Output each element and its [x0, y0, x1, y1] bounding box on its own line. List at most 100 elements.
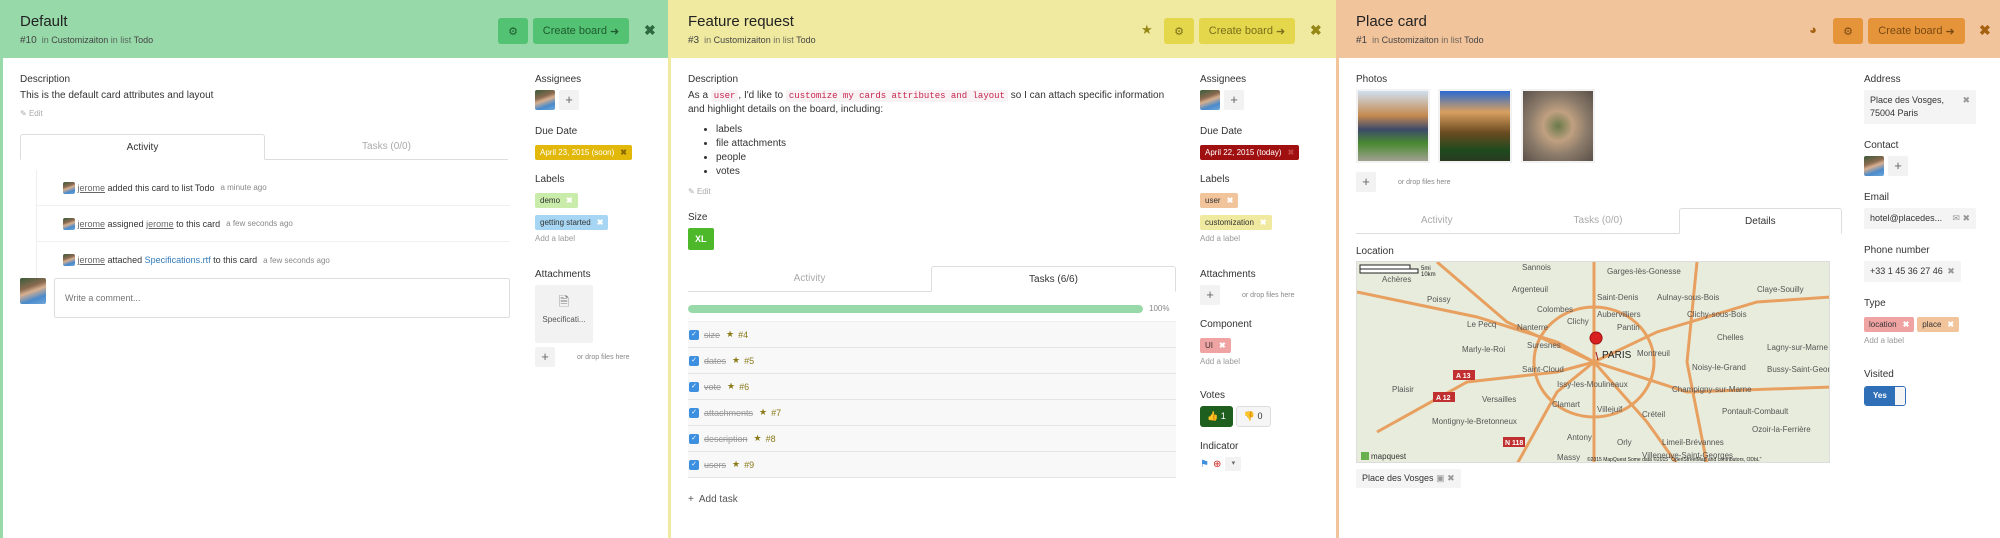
- add-assignee-button[interactable]: +: [1224, 90, 1244, 110]
- comment-input[interactable]: [54, 278, 510, 318]
- label-tag[interactable]: user ✖: [1200, 193, 1239, 208]
- close-icon[interactable]: ✖: [1979, 22, 1991, 39]
- label-tag[interactable]: customization ✖: [1200, 215, 1272, 230]
- task-checkbox[interactable]: ✓: [689, 459, 699, 470]
- remove-icon[interactable]: ✖: [597, 218, 604, 227]
- add-label-link[interactable]: Add a label: [1200, 234, 1350, 243]
- phone-field[interactable]: +33 1 45 36 27 46 ✖: [1864, 261, 1961, 282]
- settings-button[interactable]: ⚙: [498, 18, 528, 44]
- tab-activity[interactable]: Activity: [688, 266, 931, 291]
- task-checkbox[interactable]: ✓: [689, 433, 699, 444]
- remove-icon[interactable]: ✖: [566, 196, 573, 205]
- remove-icon[interactable]: ✖: [1962, 94, 1970, 107]
- task-checkbox[interactable]: ✓: [689, 381, 699, 392]
- user-link[interactable]: jerome: [78, 219, 106, 229]
- remove-icon[interactable]: ✖: [1260, 218, 1267, 227]
- close-icon[interactable]: ✖: [644, 22, 656, 39]
- card-title[interactable]: Feature request: [688, 13, 794, 30]
- add-assignee-button[interactable]: +: [559, 90, 579, 110]
- task-item[interactable]: ✓ description ★ #8: [688, 426, 1176, 452]
- list-link[interactable]: Todo: [1464, 35, 1484, 45]
- user-link[interactable]: jerome: [78, 183, 106, 193]
- due-date-badge[interactable]: April 23, 2015 (soon) ✖: [535, 145, 632, 160]
- user-link[interactable]: jerome: [146, 219, 174, 229]
- task-item[interactable]: ✓ dates ★ #5: [688, 348, 1176, 374]
- list-link[interactable]: Todo: [134, 35, 154, 45]
- due-date-badge[interactable]: April 22, 2015 (today) ✖: [1200, 145, 1300, 160]
- remove-icon[interactable]: ✖: [1903, 320, 1910, 329]
- assignee-avatar[interactable]: [535, 90, 555, 110]
- lifebuoy-icon[interactable]: ⊕: [1213, 459, 1221, 470]
- add-attachment-button[interactable]: +: [535, 347, 555, 367]
- remove-icon[interactable]: ✖: [1219, 341, 1226, 350]
- add-task-button[interactable]: + Add task: [688, 494, 1178, 505]
- add-attachment-button[interactable]: +: [1200, 285, 1220, 305]
- remove-icon[interactable]: ✖: [1288, 148, 1295, 157]
- remove-icon[interactable]: ✖: [1447, 473, 1455, 483]
- envelope-icon[interactable]: ✉: [1952, 213, 1960, 223]
- create-board-button[interactable]: Create board ➜: [533, 18, 629, 44]
- visited-toggle[interactable]: Yes: [1864, 386, 1906, 406]
- tab-activity[interactable]: Activity: [20, 134, 265, 160]
- email-field[interactable]: hotel@placedes... ✉ ✖: [1864, 208, 1976, 229]
- indicator-dropdown[interactable]: ▾: [1225, 457, 1242, 471]
- photo-thumbnail[interactable]: [1438, 89, 1513, 163]
- board-link[interactable]: Customizaiton: [51, 35, 108, 45]
- create-board-button[interactable]: Create board ➜: [1199, 18, 1295, 44]
- add-label-link[interactable]: Add a label: [1864, 336, 1976, 345]
- add-label-link[interactable]: Add a label: [535, 234, 685, 243]
- remove-icon[interactable]: ✖: [1947, 320, 1954, 329]
- location-value[interactable]: Place des Vosges ▣ ✖: [1356, 469, 1461, 488]
- component-tag[interactable]: UI ✖: [1200, 338, 1231, 353]
- type-tag[interactable]: location ✖: [1864, 317, 1915, 332]
- task-checkbox[interactable]: ✓: [689, 355, 699, 366]
- flag-icon[interactable]: ⚑: [1200, 459, 1209, 470]
- add-label-link[interactable]: Add a label: [1200, 357, 1350, 366]
- type-tag[interactable]: place ✖: [1917, 317, 1960, 332]
- vote-up-button[interactable]: 👍 1: [1200, 406, 1233, 427]
- board-link[interactable]: Customizaiton: [714, 35, 771, 45]
- image-icon[interactable]: ▣: [1436, 473, 1445, 483]
- size-badge[interactable]: XL: [688, 228, 714, 250]
- address-field[interactable]: Place des Vosges, 75004 Paris ✖: [1864, 90, 1976, 124]
- remove-icon[interactable]: ✖: [1962, 213, 1970, 223]
- add-contact-button[interactable]: +: [1888, 156, 1908, 176]
- add-photo-button[interactable]: +: [1356, 172, 1376, 192]
- board-link[interactable]: Customizaiton: [1382, 35, 1439, 45]
- edit-description-button[interactable]: ✎ Edit: [688, 187, 1178, 196]
- settings-button[interactable]: ⚙: [1164, 18, 1194, 44]
- close-icon[interactable]: ✖: [1310, 22, 1322, 39]
- star-icon[interactable]: ★: [1141, 22, 1153, 38]
- photo-thumbnail[interactable]: [1356, 89, 1430, 163]
- task-item[interactable]: ✓ size ★ #4: [688, 322, 1176, 348]
- remove-icon[interactable]: ✖: [1227, 196, 1234, 205]
- label-tag[interactable]: getting started ✖: [535, 215, 609, 230]
- attachment-thumbnail[interactable]: 🗎 Specificati...: [535, 285, 593, 343]
- location-map[interactable]: Achères Poissy Argenteuil Sannois Garges-lè…: [1356, 261, 1830, 463]
- edit-description-button[interactable]: ✎ Edit: [20, 109, 510, 118]
- assignee-avatar[interactable]: [1200, 90, 1220, 110]
- vote-down-button[interactable]: 👎 0: [1235, 406, 1271, 427]
- remove-icon[interactable]: ✖: [1947, 265, 1955, 278]
- settings-button[interactable]: ⚙: [1833, 18, 1863, 44]
- photo-thumbnail[interactable]: [1520, 89, 1595, 163]
- tab-tasks[interactable]: Tasks (0/0): [265, 134, 508, 159]
- tab-tasks[interactable]: Tasks (0/0): [1517, 208, 1678, 233]
- task-item[interactable]: ✓ users ★ #9: [688, 452, 1176, 478]
- task-item[interactable]: ✓ vote ★ #6: [688, 374, 1176, 400]
- attachment-link[interactable]: Specifications.rtf: [145, 255, 211, 265]
- contact-avatar[interactable]: [1864, 156, 1884, 176]
- globe-icon[interactable]: ◕: [1809, 22, 1817, 37]
- task-item[interactable]: ✓ attachments ★ #7: [688, 400, 1176, 426]
- task-checkbox[interactable]: ✓: [689, 407, 699, 418]
- user-link[interactable]: jerome: [78, 255, 106, 265]
- card-title[interactable]: Place card: [1356, 13, 1427, 30]
- task-checkbox[interactable]: ✓: [689, 329, 699, 340]
- remove-icon[interactable]: ✖: [620, 148, 627, 157]
- label-tag[interactable]: demo ✖: [535, 193, 578, 208]
- tab-activity[interactable]: Activity: [1356, 208, 1517, 233]
- list-link[interactable]: Todo: [796, 35, 816, 45]
- tab-tasks[interactable]: Tasks (6/6): [931, 266, 1176, 292]
- tab-details[interactable]: Details: [1678, 208, 1842, 234]
- create-board-button[interactable]: Create board ➜: [1868, 18, 1965, 44]
